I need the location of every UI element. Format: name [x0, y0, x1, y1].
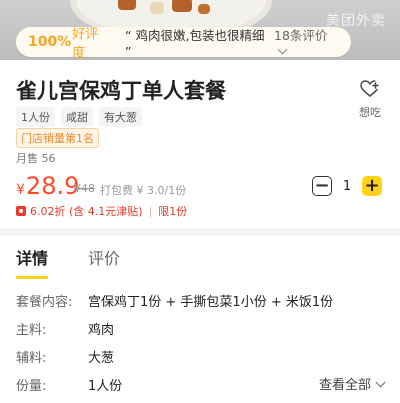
- packaging-fee: 打包费 ¥ 3.0/1份: [100, 184, 187, 197]
- detail-label: 套餐内容:: [16, 295, 73, 310]
- separator: |: [148, 204, 153, 218]
- food-piece: [150, 2, 164, 14]
- view-all-label: 查看全部: [318, 378, 371, 393]
- tab-reviews[interactable]: 评价: [88, 245, 120, 275]
- wish-label: 想吃: [359, 106, 381, 119]
- tab-bar: 详情 评价: [16, 245, 120, 279]
- review-count-text: 18条评价: [274, 28, 328, 43]
- discount-text: 6.02折 (含 4.1元津贴): [30, 205, 143, 218]
- detail-value: 宫保鸡丁1份 + 手撕包菜1小份 + 米饭1份: [88, 295, 334, 310]
- quantity-value: 1: [342, 178, 352, 194]
- food-piece: [172, 0, 192, 12]
- original-price: ¥48: [74, 182, 95, 195]
- detail-row: 套餐内容: 宫保鸡丁1份 + 手撕包菜1小份 + 米饭1份: [16, 291, 386, 319]
- detail-label: 辅料:: [16, 351, 47, 366]
- view-all-link[interactable]: 查看全部: [318, 374, 386, 393]
- increase-button[interactable]: +: [362, 176, 382, 196]
- food-piece: [198, 4, 210, 14]
- detail-value: 大葱: [88, 351, 115, 366]
- monthly-sales: 月售 56: [16, 152, 56, 165]
- detail-row: 辅料: 大葱: [16, 347, 386, 375]
- currency-symbol: ¥: [16, 182, 25, 198]
- product-tags: 1人份 咸甜 有大葱: [16, 107, 142, 127]
- limit-text: 限1份: [158, 205, 188, 218]
- tag-portion: 1人份: [16, 107, 55, 127]
- price-value: 28.9: [25, 172, 80, 200]
- review-count-link[interactable]: 18条评价: [274, 25, 339, 59]
- detail-row: 主料: 鸡肉: [16, 319, 386, 347]
- discount-info: 6.02折 (含 4.1元津贴) | 限1份: [16, 203, 187, 219]
- tag-flavor: 咸甜: [61, 107, 93, 127]
- rating-quote: “ 鸡肉很嫩,包装也很精细 ”: [125, 28, 265, 59]
- detail-value: 鸡肉: [88, 323, 115, 338]
- detail-label: 主料:: [16, 323, 47, 338]
- quantity-stepper: − 1 +: [312, 176, 382, 196]
- wish-button[interactable]: 想吃: [356, 80, 384, 120]
- discount-tag-icon: [16, 206, 26, 216]
- tag-ingredient: 有大葱: [99, 107, 142, 127]
- tab-details[interactable]: 详情: [16, 245, 49, 279]
- rank-badge: 门店销量第1名: [16, 128, 99, 148]
- detail-value: 1人份: [88, 379, 123, 394]
- rating-label: 好评度: [72, 27, 99, 61]
- price-row: ¥28.9 ¥48 打包费 ¥ 3.0/1份 − 1 +: [16, 172, 386, 202]
- chevron-down-icon: [375, 377, 386, 388]
- rating-summary-bar[interactable]: 100% 好评度 “ 鸡肉很嫩,包装也很精细 ” 18条评价: [16, 25, 351, 61]
- decrease-button[interactable]: −: [312, 176, 332, 196]
- detail-label: 份量:: [16, 379, 47, 394]
- product-title: 雀儿宫保鸡丁单人套餐: [16, 79, 226, 103]
- food-piece: [118, 0, 136, 10]
- rating-percent: 100%: [28, 34, 72, 50]
- section-divider: [0, 228, 400, 236]
- price: ¥28.9: [16, 172, 79, 200]
- chevron-down-icon: [277, 44, 288, 55]
- heart-plus-icon: [360, 80, 379, 97]
